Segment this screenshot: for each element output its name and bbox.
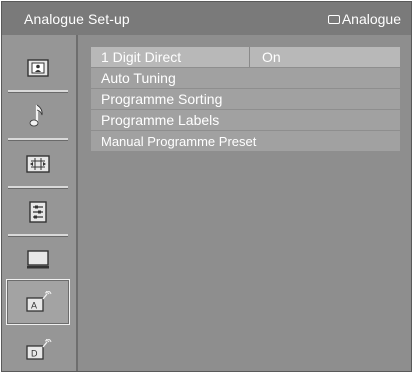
sidebar: A D (2, 35, 78, 371)
menu-item-auto-tuning[interactable]: Auto Tuning (91, 68, 400, 88)
screen-settings-icon (26, 155, 50, 173)
sidebar-item-screen[interactable] (6, 141, 70, 189)
menu-item-programme-labels[interactable]: Programme Labels (91, 110, 400, 130)
sidebar-item-picture[interactable] (6, 45, 70, 93)
pc-monitor-icon (27, 250, 49, 269)
page-title: Analogue Set-up (24, 11, 130, 27)
menu-item-label: Manual Programme Preset (101, 133, 257, 149)
menu-item-label: Programme Labels (101, 112, 220, 128)
menu-item-programme-sorting[interactable]: Programme Sorting (91, 89, 400, 109)
sidebar-item-analogue[interactable]: A (6, 279, 70, 325)
menu-item-manual-programme-preset[interactable]: Manual Programme Preset (91, 131, 400, 151)
menu-item-label: Auto Tuning (101, 70, 176, 86)
digital-antenna-icon: D (26, 339, 52, 360)
svg-text:D: D (31, 349, 38, 359)
svg-text:A: A (31, 301, 37, 311)
tv-screen-icon (327, 14, 340, 24)
analogue-antenna-icon: A (26, 291, 52, 312)
input-source-indicator: Analogue (327, 11, 401, 27)
menu-item-label: Programme Sorting (101, 91, 223, 107)
sidebar-item-sound[interactable] (6, 93, 70, 141)
setup-menu: 1 Digit Direct On Auto Tuning Programme … (91, 47, 400, 152)
sidebar-item-pc[interactable] (6, 237, 70, 285)
sidebar-item-setup[interactable] (6, 189, 70, 237)
tv-menu-screen: Analogue Set-up Analogue A D 1 Digit Dir… (1, 1, 412, 372)
menu-item-value: On (249, 47, 400, 67)
sidebar-item-digital[interactable]: D (6, 327, 70, 373)
input-source-label: Analogue (341, 11, 401, 27)
menu-item-1-digit-direct[interactable]: 1 Digit Direct On (91, 47, 400, 67)
music-note-icon (29, 104, 43, 127)
settings-list-icon (29, 201, 47, 223)
title-bar: Analogue Set-up Analogue (2, 2, 411, 35)
picture-icon (27, 59, 49, 77)
menu-item-label: 1 Digit Direct (101, 49, 182, 65)
